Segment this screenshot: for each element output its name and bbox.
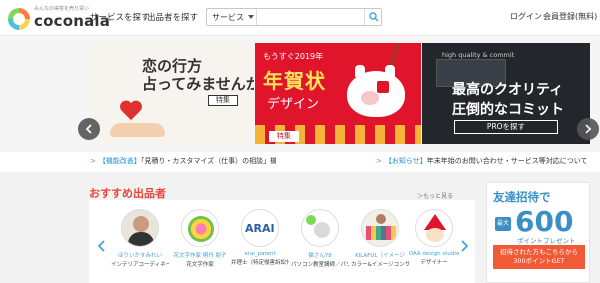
news-bar: >【機能改善】「見積り・カスタマイズ（仕事）の相談」機能がより便利になりました！…	[0, 152, 600, 178]
slide-headline: 年賀状	[263, 69, 326, 93]
slide-headline: 最高のクオリティ	[452, 82, 564, 98]
seller-role: カラー&イメージコンサルタント	[351, 262, 409, 268]
chevron-down-icon	[248, 15, 254, 19]
seller-role: デザイナー	[420, 260, 448, 266]
search-bar: サービス	[206, 8, 382, 26]
carousel-slide-pro[interactable]: high quality & commit 最高のクオリティ 圧倒的なコミット …	[422, 43, 590, 144]
boar-ear	[385, 65, 395, 77]
search-icon	[369, 12, 379, 22]
avatar	[121, 209, 159, 247]
seller-carousel: ほりいかすみれい インテリアコーディネーター 花文字作家 桐丹 朋子 花文字作家…	[89, 200, 475, 283]
avatar	[415, 209, 453, 247]
boar-ear	[355, 65, 365, 77]
seller-card[interactable]: KILAFUL（イメージ カラー&イメージコンサルタント	[351, 209, 409, 268]
invite-cta-line: 招待された方もこちらから	[500, 248, 578, 256]
news-text: 年末年始のお問い合わせ・サービス等対応について	[426, 157, 588, 165]
seller-name[interactable]: OAA design studio	[405, 251, 463, 257]
hero-carousel: 恋の行方 占ってみませんか？ 特集 もうすぐ2019年 年賀状 デザイン 特集 …	[0, 36, 600, 152]
search-button[interactable]	[364, 9, 382, 25]
chevron-left-icon[interactable]	[97, 240, 107, 252]
news-item[interactable]: >【機能改善】「見積り・カスタマイズ（仕事）の相談」機能がより便利になりました！	[90, 156, 276, 166]
search-input[interactable]	[258, 10, 363, 24]
slide-kicker: もうすぐ2019年	[263, 52, 324, 61]
seller-name[interactable]: 猫さん78	[291, 251, 349, 259]
seller-name[interactable]: KILAFUL（イメージ	[351, 251, 409, 259]
invite-cta-line: 300ポイントGET	[513, 257, 565, 265]
news-text: 「見積り・カスタマイズ（仕事）の相談」機能がより便利になりました！	[140, 157, 276, 165]
news-label: 【お知らせ】	[384, 157, 427, 165]
carousel-slide-newyear[interactable]: もうすぐ2019年 年賀状 デザイン 特集	[255, 43, 421, 144]
top-header: みんなの得意を売り買い coconala サービスを探す 出品者を探す サービス…	[0, 0, 600, 36]
chevron-right-icon	[585, 124, 592, 134]
avatar: ARAI	[241, 209, 279, 247]
invite-banner[interactable]: 友達招待で 最大 600 ポイントプレゼント 招待された方もこちらから 300ポ…	[486, 182, 590, 283]
find-pro-button[interactable]: PROを探す	[454, 120, 558, 134]
carousel-next-button[interactable]	[577, 118, 599, 140]
chevron-right-icon: >	[90, 157, 96, 165]
avatar	[181, 209, 219, 247]
seller-card[interactable]: ARAI arai_patent 弁理士（特定侵害訴訟代理人）	[231, 209, 289, 266]
slide-kicker: high quality & commit	[442, 51, 515, 59]
carousel-prev-button[interactable]	[78, 118, 100, 140]
seller-card[interactable]: 花文字作家 桐丹 朋子 花文字作家	[171, 209, 229, 268]
seller-card[interactable]: 猫さん78 パソコン教室講師／パソコン修理	[291, 209, 349, 268]
invite-title: 友達招待で	[493, 190, 551, 204]
seller-card[interactable]: OAA design studio デザイナー	[405, 209, 463, 266]
slide-headline: 占ってみませんか？	[142, 75, 254, 93]
seller-role: インテリアコーディネーター	[111, 262, 169, 268]
nav-find-seller[interactable]: 出品者を探す	[147, 11, 198, 23]
see-more-link[interactable]: ＞もっと見る	[417, 191, 453, 200]
section-title: おすすめ出品者	[89, 187, 166, 200]
logo-tagline: みんなの得意を売り買い	[34, 6, 90, 12]
invite-points-label: ポイントプレゼント	[517, 237, 576, 245]
seller-name[interactable]: 花文字作家 桐丹 朋子	[171, 251, 229, 259]
invite-cta-button[interactable]: 招待された方もこちらから 300ポイントGET	[493, 245, 585, 269]
boar-snout	[361, 91, 379, 105]
nav-find-service[interactable]: サービスを探す	[90, 11, 150, 23]
invite-amount: 600	[515, 205, 574, 238]
seller-role: パソコン教室講師／パソコン修理	[291, 262, 349, 268]
seller-role: 花文字作家	[186, 262, 214, 268]
invite-max-badge: 最大	[495, 217, 511, 231]
hand-illustration	[110, 123, 165, 137]
avatar	[301, 209, 339, 247]
login-link[interactable]: ログイン	[510, 11, 542, 22]
feature-tag: 特集	[269, 131, 299, 142]
boar-mark	[377, 81, 389, 93]
slide-subheadline: デザイン	[267, 97, 320, 112]
news-label: 【機能改善】	[98, 157, 141, 165]
carousel-slide-fortune[interactable]: 恋の行方 占ってみませんか？ 特集	[90, 43, 254, 144]
logo-mark-icon	[8, 8, 30, 30]
feature-tag: 特集	[208, 95, 238, 106]
seller-role: 弁理士（特定侵害訴訟代理人）	[231, 260, 289, 266]
seller-name[interactable]: ほりいかすみれい	[111, 251, 169, 259]
recommend-section: おすすめ出品者 ＞もっと見る ほりいかすみれい インテリアコーディネーター 花文…	[0, 172, 600, 283]
seller-name[interactable]: arai_patent	[231, 251, 289, 257]
chevron-left-icon	[85, 124, 92, 134]
seller-card[interactable]: ほりいかすみれい インテリアコーディネーター	[111, 209, 169, 268]
news-item[interactable]: > 【お知らせ】年末年始のお問い合わせ・サービス等対応について	[376, 156, 590, 166]
slide-headline: 圧倒的なコミット	[452, 102, 564, 118]
avatar	[361, 209, 399, 247]
search-category-label: サービス	[212, 13, 244, 22]
boar-figurine-illustration	[347, 65, 405, 117]
register-link[interactable]: 会員登録(無料)	[543, 11, 597, 22]
chevron-right-icon: >	[376, 157, 382, 165]
heart-icon	[120, 101, 142, 121]
